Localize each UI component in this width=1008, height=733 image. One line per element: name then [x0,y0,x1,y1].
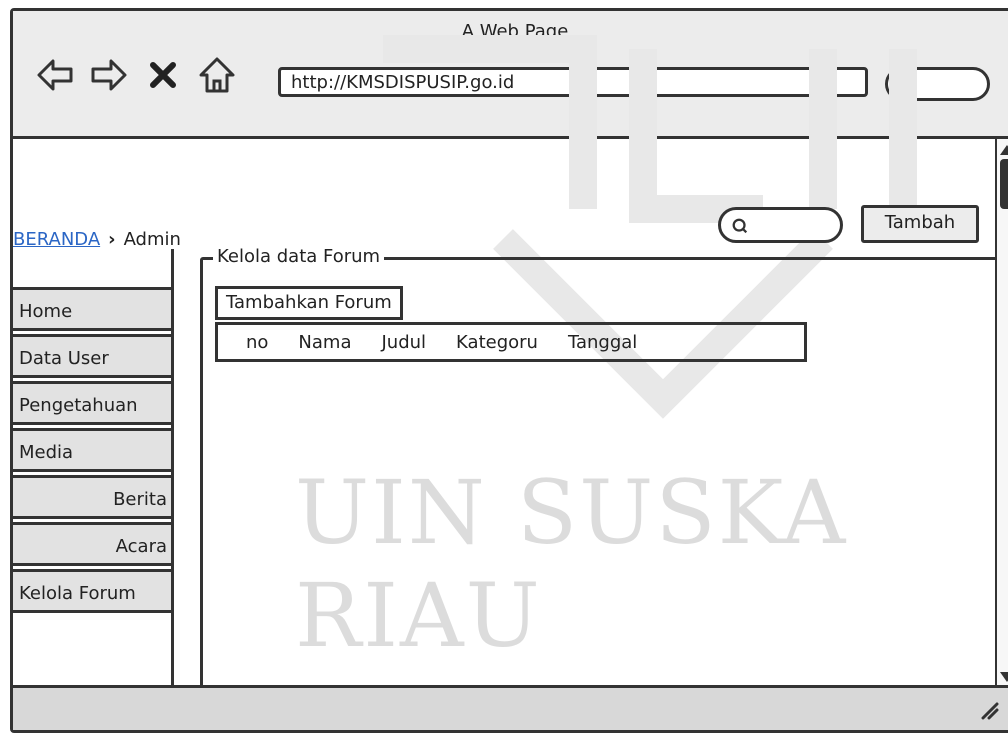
forward-arrow-icon [91,59,127,91]
sidebar-item-pengetahuan[interactable]: Pengetahuan [13,381,171,425]
column-header-no: no [246,331,269,353]
nav-buttons [33,49,239,101]
sidebar-item-home[interactable]: Home [13,287,171,331]
add-forum-button[interactable]: Tambahkan Forum [215,286,403,320]
url-field[interactable]: http://KMSDISPUSIP.go.id [278,67,868,97]
scroll-down-icon[interactable] [1000,672,1008,682]
forward-button[interactable] [87,53,131,97]
breadcrumb-home-link[interactable]: BERANDA [13,229,100,250]
breadcrumb: BERANDA › Admin [13,229,181,250]
resize-grip-icon[interactable] [977,698,999,720]
column-header-nama: Nama [298,331,352,353]
sidebar: Home Data User Pengetahuan Media Berita … [13,287,171,616]
scroll-up-icon[interactable] [1000,145,1008,155]
forum-panel: Kelola data Forum Tambahkan Forum no Nam… [200,246,1000,697]
column-header-kategori: Kategoru [456,331,538,353]
stop-button[interactable] [141,53,185,97]
column-header-tanggal: Tanggal [567,331,638,353]
sidebar-item-berita[interactable]: Berita [13,475,171,519]
browser-chrome: A Web Page http://KMSDISPUSIP.go.id [13,11,1008,139]
sidebar-item-data-user[interactable]: Data User [13,334,171,378]
scroll-thumb[interactable] [1000,159,1008,209]
browser-window: A Web Page http://KMSDISPUSIP.go.id UIN … [10,8,1008,733]
window-title: A Web Page [461,21,569,42]
back-arrow-icon [37,59,73,91]
column-header-judul: Judul [381,331,427,353]
browser-search-input[interactable] [885,67,990,101]
home-icon [199,57,235,93]
breadcrumb-separator-icon: › [108,229,116,250]
back-button[interactable] [33,53,77,97]
add-button[interactable]: Tambah [861,205,979,243]
breadcrumb-current: Admin [123,229,181,250]
sidebar-item-acara[interactable]: Acara [13,522,171,566]
panel-title: Kelola data Forum [213,246,385,267]
page-content: UIN SUSKA RIAU BERANDA › Admin Tambah Home… [13,35,1008,697]
table-header: no Nama Judul Kategoru Tanggal [215,322,807,362]
search-icon [732,218,748,234]
sidebar-item-media[interactable]: Media [13,428,171,472]
search-icon [899,77,915,93]
home-button[interactable] [195,53,239,97]
sidebar-item-kelola-forum[interactable]: Kelola Forum [13,569,171,613]
close-icon [150,62,176,88]
sidebar-divider [171,249,174,689]
vertical-scrollbar[interactable] [995,139,1008,688]
search-input[interactable] [718,207,843,243]
status-bar [13,685,1008,730]
